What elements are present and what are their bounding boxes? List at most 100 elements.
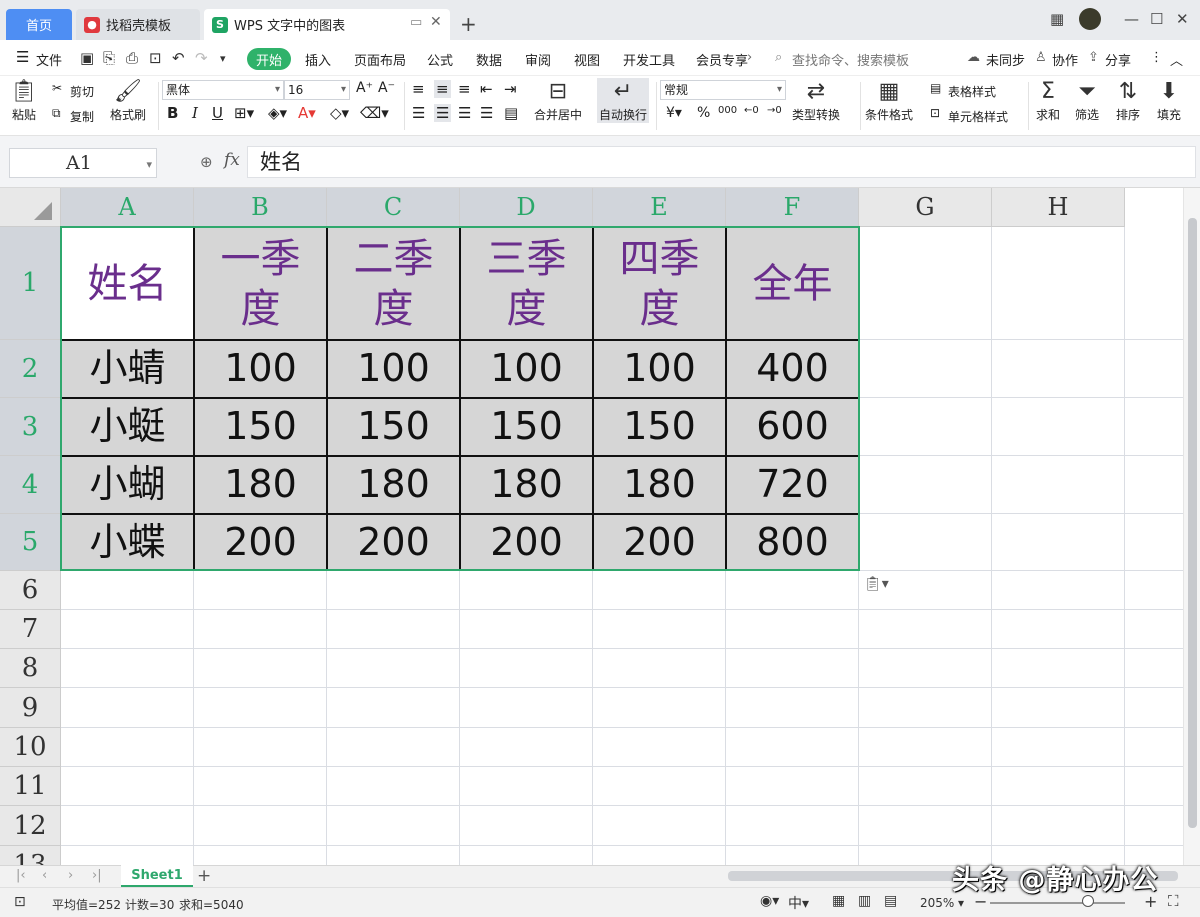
- row-header-12[interactable]: 12: [0, 806, 61, 846]
- cell-c4[interactable]: 180: [327, 456, 460, 514]
- zoom-level[interactable]: 205%: [920, 896, 954, 910]
- cell-b4[interactable]: 180: [194, 456, 327, 514]
- menu-page-layout[interactable]: 页面布局: [354, 50, 406, 69]
- cell-a5[interactable]: 小蝶: [61, 514, 194, 571]
- font-name-select[interactable]: 黑体: [162, 80, 284, 100]
- cell-d2[interactable]: 100: [460, 340, 593, 398]
- font-size-select[interactable]: 16: [284, 80, 350, 100]
- fill-button[interactable]: ⬇ 填充: [1157, 78, 1181, 123]
- hamburger-icon[interactable]: ☰: [16, 48, 29, 66]
- sort-button[interactable]: ⇅ 排序: [1116, 78, 1140, 123]
- font-color-icon[interactable]: A▾: [298, 104, 316, 122]
- print-preview-icon[interactable]: ⊡: [149, 49, 162, 67]
- column-header-b[interactable]: B: [194, 188, 327, 227]
- currency-icon[interactable]: ¥▾: [666, 105, 682, 121]
- cell-e2[interactable]: 100: [593, 340, 726, 398]
- decrease-decimal-icon[interactable]: →0: [767, 105, 782, 116]
- conditional-format-button[interactable]: ▦ 条件格式: [865, 78, 913, 123]
- row-header-3[interactable]: 3: [0, 398, 61, 456]
- redo-icon[interactable]: ↷: [195, 49, 208, 67]
- row-header-13[interactable]: 13: [0, 846, 61, 865]
- cell-f5[interactable]: 800: [726, 514, 859, 571]
- border-icon[interactable]: ⊞▾: [234, 104, 254, 122]
- column-header-c[interactable]: C: [327, 188, 460, 227]
- menu-view[interactable]: 视图: [574, 50, 600, 69]
- clear-format-icon[interactable]: ⌫▾: [360, 104, 389, 122]
- wrap-text-button[interactable]: ↵ 自动换行: [597, 78, 650, 123]
- zoom-dropdown-icon[interactable]: ▾: [958, 896, 964, 910]
- highlight-icon[interactable]: ◇▾: [330, 104, 349, 122]
- formula-input[interactable]: 姓名: [247, 146, 1196, 178]
- cell-f4[interactable]: 720: [726, 456, 859, 514]
- cell-a2[interactable]: 小蜻: [61, 340, 194, 398]
- cell-d5[interactable]: 200: [460, 514, 593, 571]
- cell-b3[interactable]: 150: [194, 398, 327, 456]
- row-header-7[interactable]: 7: [0, 610, 61, 649]
- paste-button[interactable]: 📋︎ 粘贴: [10, 78, 38, 123]
- add-sheet-icon[interactable]: +: [197, 866, 211, 886]
- decrease-font-icon[interactable]: A⁻: [378, 80, 395, 96]
- cell-d4[interactable]: 180: [460, 456, 593, 514]
- filter-button[interactable]: ⏷ 筛选: [1075, 78, 1099, 123]
- print-icon[interactable]: ⎙: [126, 49, 138, 67]
- macro-icon[interactable]: ⊡: [14, 894, 26, 910]
- cell-a4[interactable]: 小蝴: [61, 456, 194, 514]
- command-search[interactable]: 查找命令、搜索模板: [792, 50, 909, 69]
- menu-file[interactable]: 文件: [36, 50, 62, 69]
- menu-formula[interactable]: 公式: [427, 50, 453, 69]
- underline-icon[interactable]: U: [212, 104, 223, 122]
- new-tab-icon[interactable]: +: [460, 12, 477, 36]
- column-header-h[interactable]: H: [992, 188, 1125, 227]
- cell-f3[interactable]: 600: [726, 398, 859, 456]
- column-header-d[interactable]: D: [460, 188, 593, 227]
- cell-b5[interactable]: 200: [194, 514, 327, 571]
- sheet-tab-sheet1[interactable]: Sheet1: [121, 865, 193, 887]
- collab-button[interactable]: 协作: [1052, 50, 1078, 69]
- align-center-icon[interactable]: ☰: [434, 104, 452, 122]
- cell-e4[interactable]: 180: [593, 456, 726, 514]
- cell-e1[interactable]: 四季度: [593, 227, 726, 340]
- distributed-icon[interactable]: ▤: [504, 104, 518, 122]
- eye-protection-icon[interactable]: ◉▾: [760, 893, 779, 909]
- row-header-8[interactable]: 8: [0, 649, 61, 688]
- justify-icon[interactable]: ☰: [480, 104, 493, 122]
- column-header-a[interactable]: A: [61, 188, 194, 227]
- undo-icon[interactable]: ↶: [172, 49, 185, 67]
- cell-a3[interactable]: 小蜓: [61, 398, 194, 456]
- number-format-select[interactable]: 常规: [660, 80, 786, 100]
- zoom-formula-icon[interactable]: ⊕: [200, 153, 213, 171]
- thousands-icon[interactable]: 000: [718, 105, 737, 116]
- normal-view-icon[interactable]: ▦: [832, 893, 845, 909]
- avatar[interactable]: [1079, 8, 1101, 30]
- quick-access-more-icon[interactable]: ▾: [220, 52, 226, 65]
- cell-e3[interactable]: 150: [593, 398, 726, 456]
- vertical-scrollbar[interactable]: [1183, 188, 1200, 865]
- vertical-scroll-thumb[interactable]: [1188, 218, 1197, 828]
- cell-style-button[interactable]: 单元格样式: [948, 108, 1008, 125]
- table-style-icon[interactable]: ▤: [930, 81, 941, 95]
- row-header-10[interactable]: 10: [0, 728, 61, 767]
- menu-more-icon[interactable]: ›: [747, 50, 752, 65]
- collapse-ribbon-icon[interactable]: ︿: [1170, 50, 1183, 69]
- cell-style-icon[interactable]: ⊡: [930, 106, 940, 120]
- cell-d3[interactable]: 150: [460, 398, 593, 456]
- sum-button[interactable]: Σ 求和: [1036, 78, 1060, 123]
- bold-icon[interactable]: B: [167, 104, 178, 122]
- window-icon[interactable]: ▭: [410, 15, 422, 30]
- cell-b1[interactable]: 一季度: [194, 227, 327, 340]
- zoom-slider[interactable]: [990, 902, 1125, 904]
- paste-options-icon[interactable]: 📋︎▾: [864, 576, 889, 592]
- format-painter-button[interactable]: 🖌︎ 格式刷: [110, 78, 146, 123]
- cut-button[interactable]: 剪切: [70, 83, 94, 100]
- cell-b2[interactable]: 100: [194, 340, 327, 398]
- copy-icon[interactable]: ⧉: [52, 106, 61, 121]
- indent-decrease-icon[interactable]: ⇤: [480, 80, 493, 98]
- cell-c5[interactable]: 200: [327, 514, 460, 571]
- menu-member[interactable]: 会员专享: [696, 50, 748, 69]
- cut-icon[interactable]: ✂: [52, 81, 62, 95]
- align-top-icon[interactable]: ≡: [412, 80, 425, 98]
- maximize-icon[interactable]: ☐: [1150, 10, 1163, 28]
- tab-document[interactable]: S WPS 文字中的图表 ▭ ✕: [204, 9, 450, 40]
- search-icon[interactable]: ⌕: [775, 50, 782, 65]
- percent-icon[interactable]: %: [697, 105, 710, 121]
